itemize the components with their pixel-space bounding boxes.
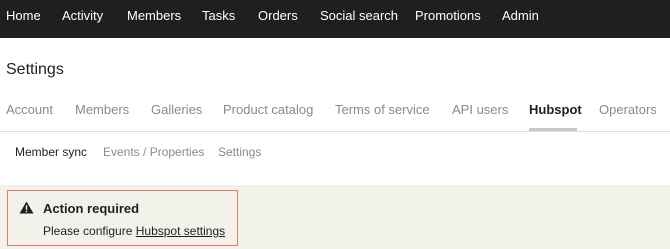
nav-item-admin[interactable]: Admin xyxy=(502,0,539,38)
nav-item-tasks[interactable]: Tasks xyxy=(202,0,235,38)
tab-terms-of-service[interactable]: Terms of service xyxy=(335,102,430,117)
tab-product-catalog[interactable]: Product catalog xyxy=(223,102,313,117)
alert-title: Action required xyxy=(43,201,140,216)
nav-item-orders[interactable]: Orders xyxy=(258,0,298,38)
tab-operators[interactable]: Operators xyxy=(599,102,657,117)
alert-message: Please configure Hubspot settings xyxy=(43,224,225,238)
nav-item-members[interactable]: Members xyxy=(127,0,181,38)
action-required-alert: Action required Please configure Hubspot… xyxy=(7,190,238,246)
alert-message-text: Please configure xyxy=(43,224,136,238)
nav-item-promotions[interactable]: Promotions xyxy=(415,0,481,38)
page-title: Settings xyxy=(6,61,64,78)
top-navigation-bar: Home Activity Members Tasks Orders Socia… xyxy=(0,0,670,38)
tab-account[interactable]: Account xyxy=(6,102,53,117)
tabs-divider xyxy=(0,131,670,132)
subtab-settings[interactable]: Settings xyxy=(218,145,261,159)
nav-item-activity[interactable]: Activity xyxy=(62,0,103,38)
subtab-member-sync[interactable]: Member sync xyxy=(15,145,87,159)
hubspot-settings-link[interactable]: Hubspot settings xyxy=(136,224,225,238)
nav-item-home[interactable]: Home xyxy=(6,0,41,38)
tab-members[interactable]: Members xyxy=(75,102,129,117)
tab-api-users[interactable]: API users xyxy=(452,102,508,117)
tab-hubspot[interactable]: Hubspot xyxy=(529,102,582,117)
warning-icon xyxy=(19,201,34,214)
subtab-events-properties[interactable]: Events / Properties xyxy=(103,145,204,159)
nav-item-social-search[interactable]: Social search xyxy=(320,0,398,38)
tab-galleries[interactable]: Galleries xyxy=(151,102,202,117)
